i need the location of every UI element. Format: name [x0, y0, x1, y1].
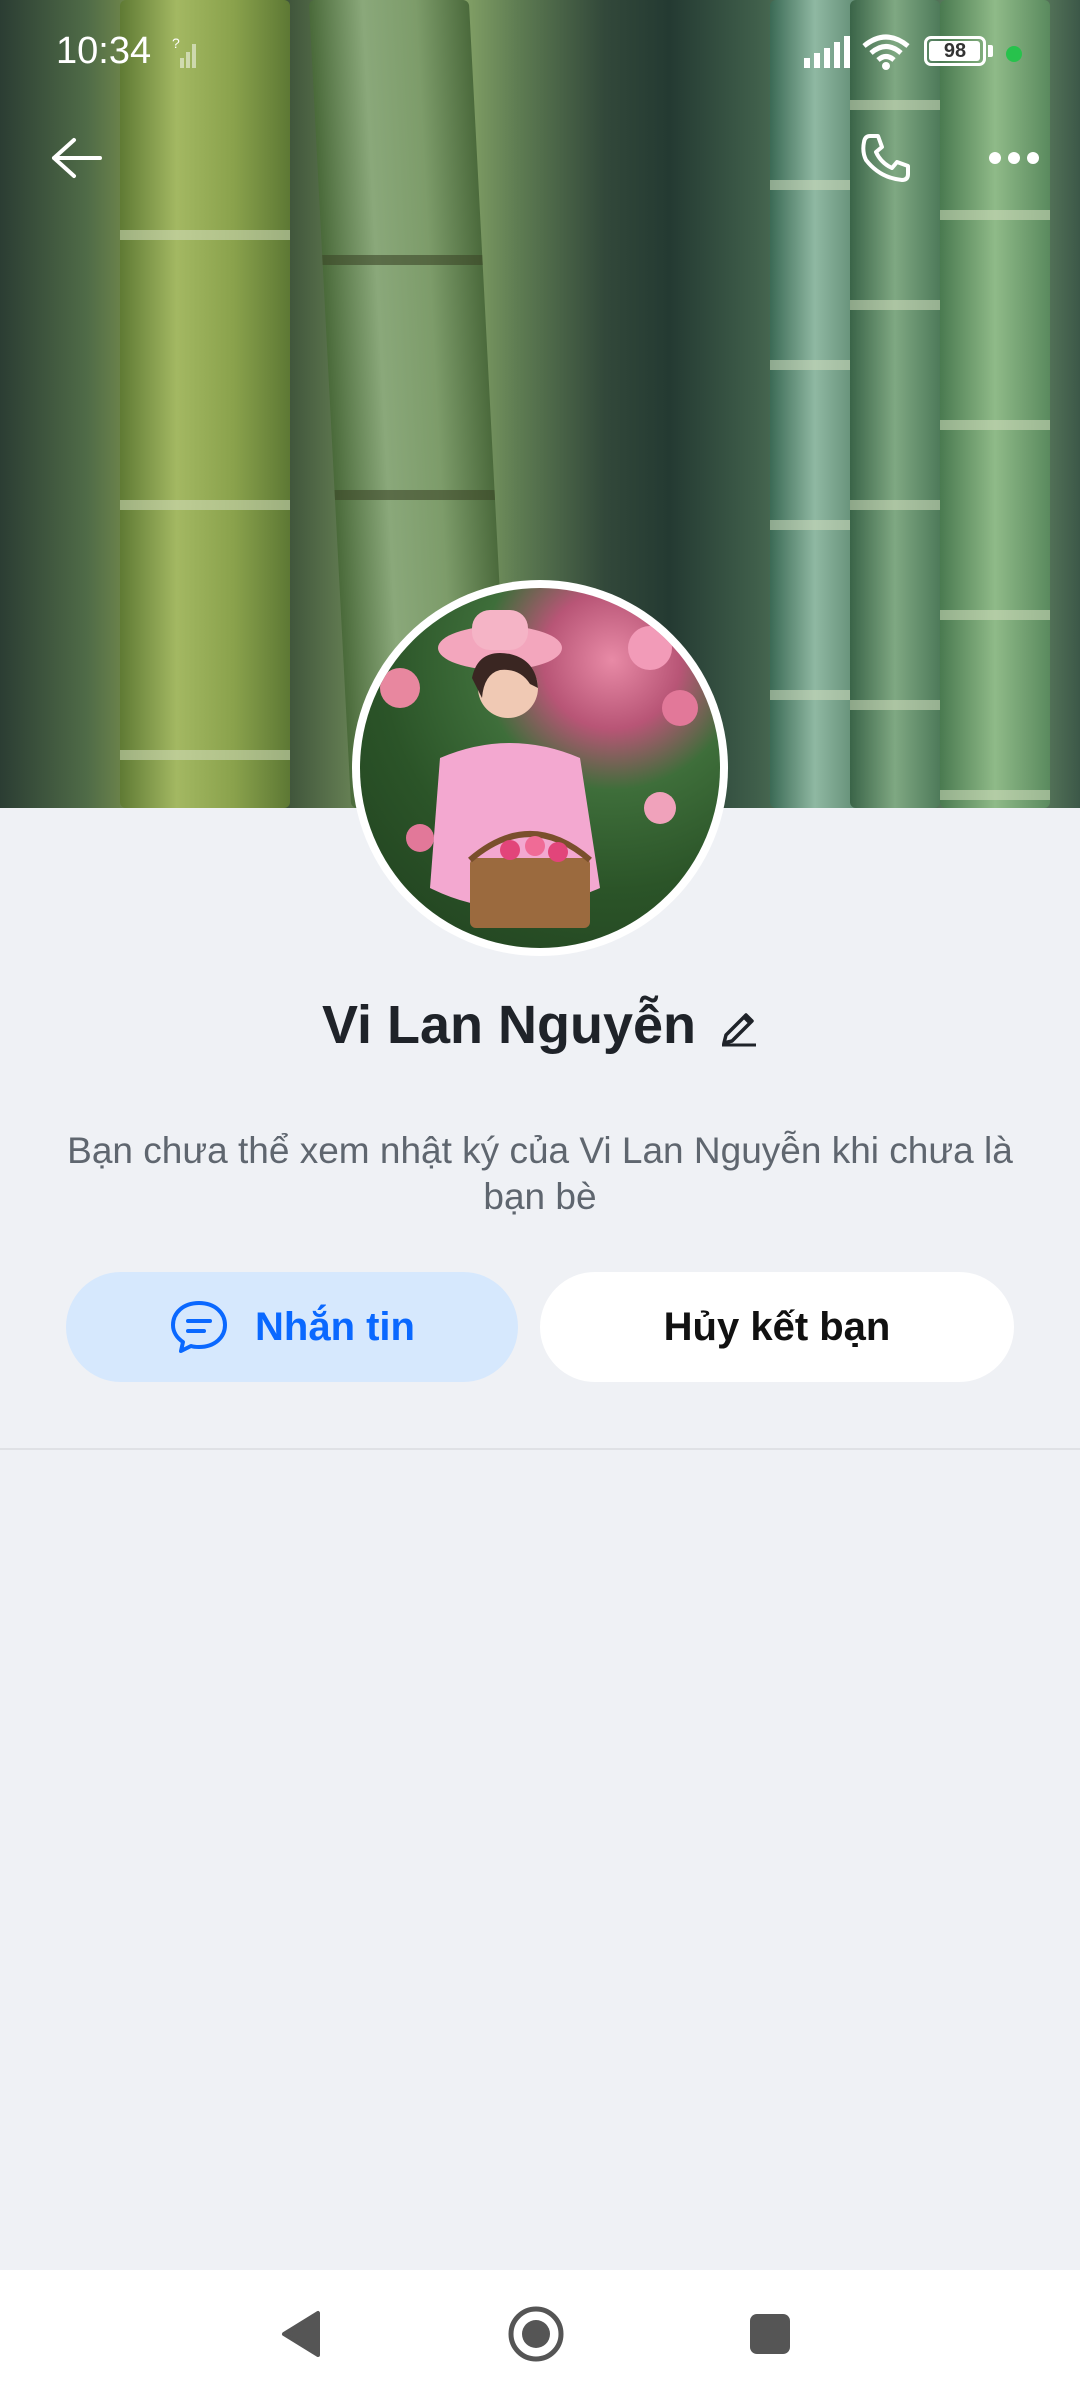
section-divider — [0, 1448, 1080, 1450]
nav-home-button[interactable] — [494, 2294, 578, 2378]
battery-cap — [988, 45, 993, 57]
system-nav-bar — [0, 2270, 1080, 2400]
cellular-signal-icon — [804, 36, 852, 73]
avatar-photo — [360, 588, 720, 948]
pencil-icon[interactable] — [718, 998, 758, 1060]
back-button[interactable] — [36, 120, 116, 200]
more-options-button[interactable] — [974, 120, 1054, 200]
nav-back-button[interactable] — [258, 2294, 342, 2378]
svg-text:?: ? — [172, 36, 180, 51]
battery-level: 98 — [943, 39, 967, 62]
profile-name-row: Vi Lan Nguyễn — [0, 994, 1080, 1060]
unfriend-button[interactable]: Hủy kết bạn — [540, 1272, 1014, 1382]
diary-privacy-notice: Bạn chưa thể xem nhật ký của Vi Lan Nguy… — [67, 1130, 1013, 1217]
nav-back-icon — [278, 2309, 322, 2364]
more-options-icon — [988, 151, 1040, 170]
phone-icon — [858, 130, 914, 191]
message-button[interactable]: Nhắn tin — [66, 1272, 518, 1382]
battery-icon: 98 — [924, 36, 986, 66]
nav-home-icon — [506, 2304, 566, 2369]
avatar-illustration — [380, 610, 698, 928]
nav-recents-icon — [748, 2312, 792, 2361]
message-button-label: Nhắn tin — [255, 1304, 415, 1349]
nav-recents-button[interactable] — [728, 2294, 812, 2378]
chat-bubble-icon — [169, 1299, 229, 1355]
status-time: 10:34 — [56, 30, 152, 72]
status-bar: 10:34 ? 98 — [0, 0, 1080, 108]
wifi-icon — [862, 34, 910, 75]
unfriend-button-label: Hủy kết bạn — [663, 1304, 891, 1349]
notification-dot — [1006, 46, 1022, 62]
avatar[interactable] — [352, 580, 728, 956]
bamboo-stalk — [120, 0, 290, 808]
call-button[interactable] — [846, 120, 926, 200]
back-arrow-icon — [50, 136, 102, 185]
profile-name: Vi Lan Nguyễn — [321, 995, 697, 1055]
no-sim-icon: ? — [172, 35, 202, 75]
